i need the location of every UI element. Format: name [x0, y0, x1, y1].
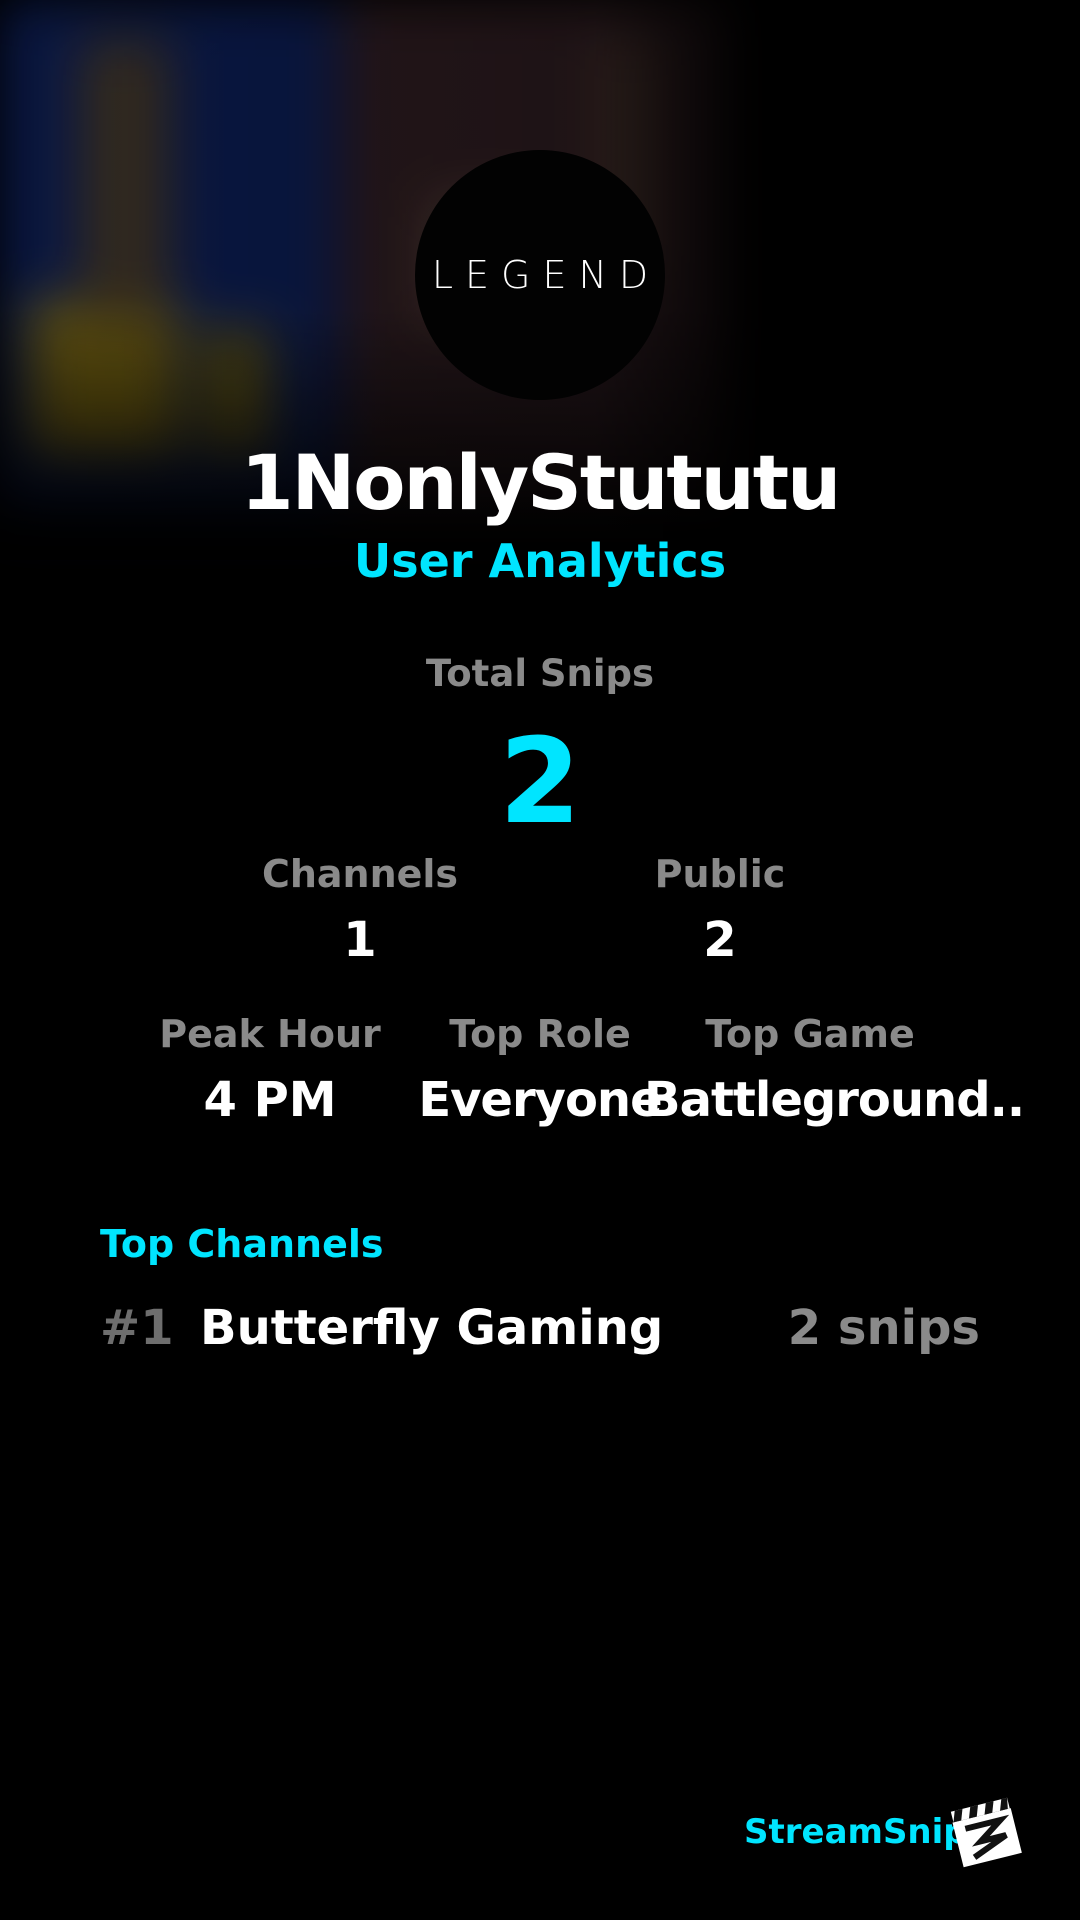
total-snips-value: 2 [498, 712, 582, 850]
top-channels-title: Top Channels [100, 1222, 384, 1266]
page-subtitle: User Analytics [353, 534, 727, 588]
top-role-value: Everyone [418, 1072, 662, 1128]
avatar-logo-text: LEGEND [431, 253, 661, 297]
brand-name: StreamSnip [744, 1812, 968, 1852]
username: 1NonlyStututu [240, 438, 841, 527]
peak-hour-label: Peak Hour [159, 1012, 381, 1056]
top-game-value: Battleground.. [644, 1072, 1025, 1128]
channels-label: Channels [261, 852, 459, 896]
public-value: 2 [703, 912, 737, 968]
brand-footer: StreamSnip [700, 1790, 1024, 1870]
channel-name: Butterfly Gaming [200, 1300, 664, 1356]
top-game-label: Top Game [705, 1012, 915, 1056]
peak-hour-value: 4 PM [203, 1072, 337, 1128]
top-role-label: Top Role [449, 1012, 631, 1056]
channel-rank: #1 [100, 1300, 174, 1356]
channels-value: 1 [343, 912, 377, 968]
total-snips-label: Total Snips [425, 652, 655, 695]
avatar: LEGEND [415, 150, 665, 400]
channel-snip-count: 2 snips [787, 1300, 980, 1356]
public-label: Public [654, 852, 786, 896]
list-item: #1 Butterfly Gaming 2 snips [100, 1300, 980, 1370]
clapperboard-icon [950, 1797, 1022, 1868]
